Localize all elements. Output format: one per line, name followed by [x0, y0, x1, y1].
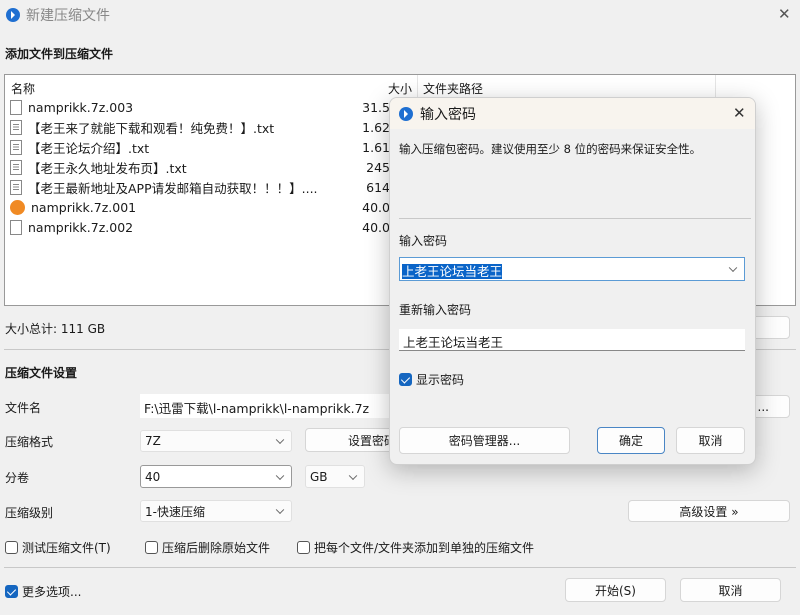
file-icon — [10, 99, 22, 115]
file-row[interactable]: 【老王最新地址及APP请发邮箱自动获取！！！】.... 614 — [10, 177, 390, 197]
file-name: 【老王最新地址及APP请发邮箱自动获取！！！】.... — [28, 180, 318, 196]
level-select[interactable]: 1-快速压缩 — [140, 500, 292, 522]
text-file-icon — [10, 159, 22, 175]
start-button[interactable]: 开始(S) — [565, 578, 666, 602]
file-row[interactable]: namprikk.7z.003 31.5 — [10, 97, 390, 117]
split-unit-select[interactable]: GB — [305, 465, 365, 488]
password-manager-button[interactable]: 密码管理器... — [399, 427, 570, 454]
file-name: 【老王来了就能下载和观看！纯免费！】.txt — [28, 120, 275, 136]
text-file-icon — [10, 179, 22, 195]
more-options-label: 更多选项... — [22, 585, 82, 599]
split-value: 40 — [145, 469, 161, 484]
split-unit-value: GB — [310, 469, 328, 484]
file-row[interactable]: namprikk.7z.001 40.0 — [10, 197, 390, 217]
password-dialog: 输入密码 ✕ 输入压缩包密码。建议使用至少 8 位的密码来保证安全性。 输入密码… — [389, 97, 756, 465]
file-icon — [10, 219, 22, 235]
column-path[interactable]: 文件夹路径 — [423, 80, 483, 97]
dialog-cancel-button[interactable]: 取消 — [676, 427, 745, 454]
file-name: namprikk.7z.001 — [31, 199, 137, 215]
checkbox-checked[interactable] — [399, 373, 412, 386]
title-bar: 新建压缩文件 — [0, 0, 800, 30]
level-value: 1-快速压缩 — [145, 504, 205, 519]
format-value: 7Z — [145, 434, 161, 448]
password-combo[interactable]: 上老王论坛当老王 — [399, 257, 745, 281]
split-label: 分卷 — [5, 471, 30, 485]
separate-archives-label: 把每个文件/文件夹添加到单独的压缩文件 — [314, 541, 535, 555]
test-archive-checkbox[interactable]: 测试压缩文件(T) — [5, 539, 111, 556]
text-file-icon — [10, 119, 22, 135]
checkbox[interactable] — [145, 541, 158, 554]
file-name: namprikk.7z.002 — [28, 219, 134, 235]
format-label: 压缩格式 — [5, 435, 54, 449]
column-name[interactable]: 名称 — [11, 80, 35, 97]
file-row[interactable]: 【老王永久地址发布页】.txt 245 — [10, 157, 390, 177]
ok-button[interactable]: 确定 — [597, 427, 665, 454]
split-select[interactable]: 40 — [140, 465, 292, 488]
delete-after-label: 压缩后删除原始文件 — [162, 541, 271, 555]
file-name: 【老王永久地址发布页】.txt — [28, 160, 187, 176]
checkbox[interactable] — [5, 541, 18, 554]
file-row[interactable]: namprikk.7z.002 40.0 — [10, 217, 390, 237]
dialog-title-bar: 输入密码 — [390, 98, 755, 129]
filename-input[interactable]: F:\迅雷下载\l-namprikk\l-namprikk.7z — [140, 394, 400, 418]
file-size: 1.62 — [362, 119, 390, 135]
password-value: 上老王论坛当老王 — [402, 264, 503, 279]
more-options-checkbox[interactable]: 更多选项... — [5, 583, 81, 600]
file-name: namprikk.7z.003 — [28, 99, 134, 115]
chevron-down-icon — [348, 471, 358, 480]
file-size: 40.0 — [362, 199, 390, 215]
window-close-button[interactable]: ✕ — [778, 5, 791, 23]
window-title: 新建压缩文件 — [26, 8, 110, 24]
divider — [4, 567, 796, 568]
file-row[interactable]: 【老王来了就能下载和观看！纯免费！】.txt 1.62 — [10, 117, 390, 137]
format-select[interactable]: 7Z — [140, 430, 292, 452]
file-row[interactable]: 【老王论坛介绍】.txt 1.61 — [10, 137, 390, 157]
cancel-button[interactable]: 取消 — [680, 578, 781, 602]
dialog-close-button[interactable]: ✕ — [733, 104, 746, 122]
test-archive-label: 测试压缩文件(T) — [22, 541, 111, 555]
divider — [399, 218, 751, 219]
add-section-title: 添加文件到压缩文件 — [5, 47, 114, 61]
advanced-button[interactable]: 高级设置 » — [628, 500, 790, 522]
settings-title: 压缩文件设置 — [5, 366, 78, 380]
file-name: 【老王论坛介绍】.txt — [28, 140, 150, 156]
file-size: 40.0 — [362, 219, 390, 235]
file-size: 31.5 — [362, 99, 390, 115]
dialog-description: 输入压缩包密码。建议使用至少 8 位的密码来保证安全性。 — [399, 142, 702, 156]
file-size: 614 — [366, 179, 390, 195]
checkbox[interactable] — [297, 541, 310, 554]
checkbox-checked[interactable] — [5, 585, 18, 598]
total-size: 大小总计: 111 GB — [5, 322, 106, 336]
chevron-down-icon — [275, 471, 285, 480]
chevron-down-icon — [275, 435, 285, 445]
dialog-title: 输入密码 — [420, 106, 476, 123]
archive-icon — [10, 199, 25, 215]
app-icon — [399, 106, 413, 121]
chevron-down-icon — [724, 258, 744, 280]
file-size: 245 — [366, 159, 390, 175]
delete-after-checkbox[interactable]: 压缩后删除原始文件 — [145, 539, 270, 556]
separate-archives-checkbox[interactable]: 把每个文件/文件夹添加到单独的压缩文件 — [297, 539, 534, 556]
file-size: 1.61 — [362, 139, 390, 155]
show-password-checkbox[interactable]: 显示密码 — [399, 371, 464, 388]
level-label: 压缩级别 — [5, 506, 54, 520]
password-label: 输入密码 — [399, 234, 448, 248]
show-password-label: 显示密码 — [416, 373, 465, 387]
column-divider — [715, 75, 716, 97]
app-icon — [6, 8, 20, 22]
column-size[interactable]: 大小 — [388, 80, 412, 97]
chevron-down-icon — [275, 505, 285, 515]
confirm-password-input[interactable]: 上老王论坛当老王 — [399, 329, 745, 351]
text-file-icon — [10, 139, 22, 155]
filename-label: 文件名 — [5, 401, 42, 415]
confirm-label: 重新输入密码 — [399, 303, 472, 317]
column-divider — [417, 75, 418, 97]
